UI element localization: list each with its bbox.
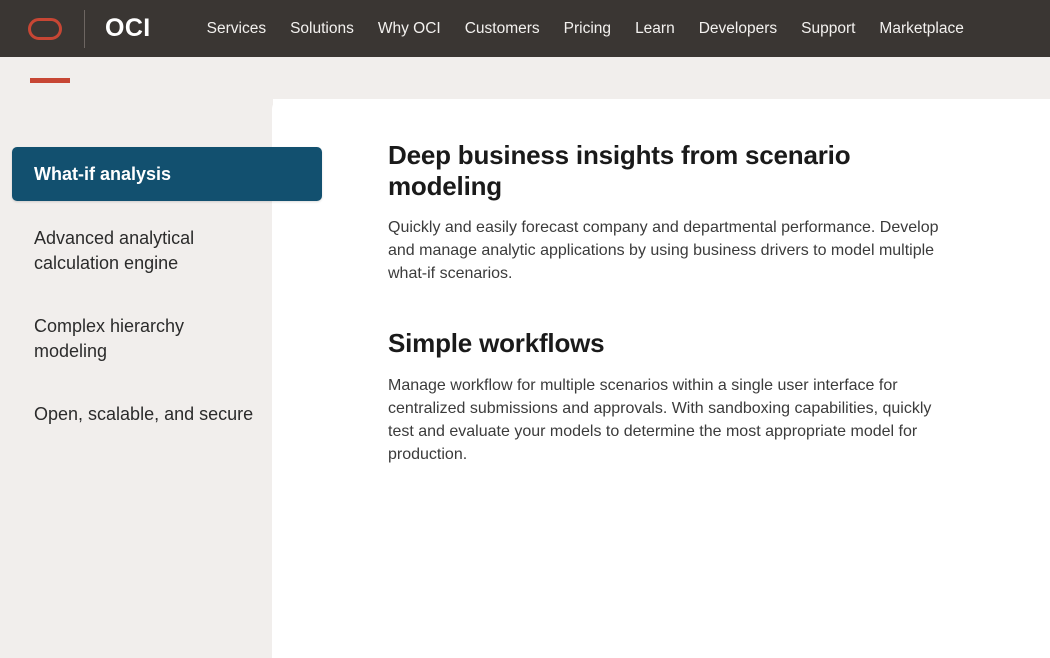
sidebar-item-open-scalable-and-secure[interactable]: Open, scalable, and secure [12,388,330,440]
sidebar-item-label: Advanced analytical calculation engine [34,228,195,273]
sidebar-item-what-if-analysis[interactable]: What-if analysis [12,147,322,202]
nav-item-support[interactable]: Support [801,15,855,43]
brand-area[interactable]: OCI [0,0,151,57]
brand-divider [84,9,85,48]
oracle-logo-icon[interactable] [28,17,62,40]
sidebar-item-label: Complex hierarchy modeling [34,316,185,361]
sidebar-tab-rail: What-if analysis Advanced analytical cal… [0,147,330,441]
section-heading-primary: Deep business insights from scenario mod… [388,140,851,201]
sidebar-item-label: Open, scalable, and secure [34,404,254,425]
top-navigation-bar: OCI Services Solutions Why OCI Customers… [0,0,1050,57]
nav-item-learn[interactable]: Learn [635,15,675,43]
brand-name[interactable]: OCI [105,16,151,41]
nav-item-why-oci[interactable]: Why OCI [378,15,441,43]
section-body-secondary: Manage workflow for multiple scenarios w… [388,377,932,464]
nav-item-solutions[interactable]: Solutions [290,15,354,43]
nav-links: Services Solutions Why OCI Customers Pri… [207,15,964,43]
nav-item-marketplace[interactable]: Marketplace [879,15,963,43]
nav-item-customers[interactable]: Customers [465,15,540,43]
main-article: Deep business insights from scenario mod… [388,140,954,466]
sidebar-item-label: What-if analysis [34,164,172,184]
sidebar-item-advanced-analytical-calculation-engine[interactable]: Advanced analytical calculation engine [12,212,330,289]
nav-item-services[interactable]: Services [207,15,266,43]
section-body-primary: Quickly and easily forecast company and … [388,219,939,283]
section-heading-secondary: Simple workflows [388,328,605,359]
nav-item-pricing[interactable]: Pricing [564,15,611,43]
sidebar-item-complex-hierarchy-modeling[interactable]: Complex hierarchy modeling [12,300,330,377]
nav-item-developers[interactable]: Developers [699,15,777,43]
page-root: OCI Services Solutions Why OCI Customers… [0,0,1050,658]
accent-bar [30,78,70,83]
